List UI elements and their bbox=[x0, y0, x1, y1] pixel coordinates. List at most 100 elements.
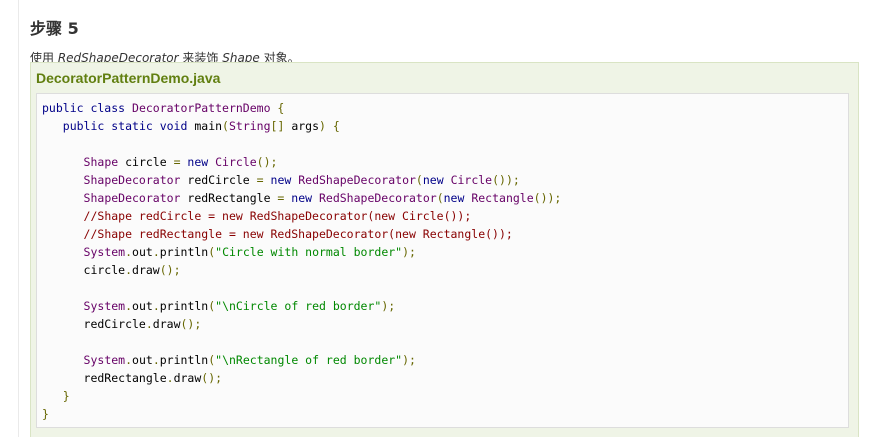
code-token: ) { bbox=[319, 119, 340, 133]
code-token: public static void bbox=[62, 119, 195, 133]
code-line: //Shape redCircle = new RedShapeDecorato… bbox=[42, 207, 561, 225]
code-token: main bbox=[194, 119, 223, 133]
code-token: new bbox=[270, 173, 299, 187]
code-token: "\nRectangle of red border" bbox=[215, 353, 403, 367]
code-token: new bbox=[422, 173, 451, 187]
code-token: ); bbox=[402, 245, 416, 259]
code-token: redCircle bbox=[42, 317, 146, 331]
code-token: println bbox=[159, 353, 209, 367]
code-token: ); bbox=[402, 353, 416, 367]
code-token: . bbox=[125, 263, 133, 277]
code-token: redRectangle bbox=[42, 371, 167, 385]
code-token: System bbox=[83, 353, 126, 367]
code-token: (); bbox=[201, 371, 223, 385]
code-line: redRectangle.draw(); bbox=[42, 369, 561, 387]
code-lines: public class DecoratorPatternDemo { publ… bbox=[42, 99, 561, 423]
code-token: (); bbox=[180, 317, 202, 331]
code-token: out bbox=[132, 353, 153, 367]
code-token: . bbox=[125, 353, 133, 367]
code-token: redRectangle bbox=[180, 191, 278, 205]
code-token: Circle bbox=[215, 155, 257, 169]
code-token: = bbox=[277, 191, 292, 205]
code-token: draw bbox=[152, 317, 181, 331]
code-line: public static void main(String[] args) { bbox=[42, 117, 561, 135]
code-line: System.out.println("\nRectangle of red b… bbox=[42, 351, 561, 369]
code-example-box: DecoratorPatternDemo.java public class D… bbox=[30, 62, 859, 437]
code-token: { bbox=[270, 101, 285, 115]
code-token: RedShapeDecorator bbox=[298, 173, 416, 187]
code-token: = bbox=[256, 173, 271, 187]
code-token: args bbox=[291, 119, 320, 133]
code-line: } bbox=[42, 387, 561, 405]
code-panel[interactable]: public class DecoratorPatternDemo { publ… bbox=[36, 93, 849, 428]
code-token: ()); bbox=[492, 173, 520, 187]
code-token: . bbox=[166, 371, 174, 385]
code-token: } bbox=[42, 407, 49, 421]
code-token: redCircle bbox=[180, 173, 257, 187]
code-token: = bbox=[173, 155, 188, 169]
code-token: ); bbox=[381, 299, 396, 313]
code-token: println bbox=[159, 299, 209, 313]
code-file-title: DecoratorPatternDemo.java bbox=[36, 70, 221, 86]
code-token: out bbox=[132, 245, 153, 259]
code-token: ()); bbox=[533, 191, 562, 205]
code-token: . bbox=[152, 353, 160, 367]
code-token: RedShapeDecorator bbox=[318, 191, 437, 205]
code-token: ( bbox=[415, 173, 423, 187]
code-token: //Shape redCircle = new RedShapeDecorato… bbox=[83, 209, 472, 223]
code-line: } bbox=[42, 405, 561, 423]
code-line: System.out.println("Circle with normal b… bbox=[42, 243, 561, 261]
code-line: circle.draw(); bbox=[42, 261, 561, 279]
code-token: ( bbox=[222, 119, 229, 133]
code-token: } bbox=[62, 389, 70, 403]
code-token: circle bbox=[118, 155, 174, 169]
code-token: (); bbox=[159, 263, 181, 277]
code-token: "\nCircle of red border" bbox=[215, 299, 382, 313]
code-token: ShapeDecorator bbox=[83, 191, 181, 205]
code-token: ShapeDecorator bbox=[83, 173, 181, 187]
left-divider bbox=[18, 0, 19, 437]
code-token: new bbox=[187, 155, 216, 169]
code-token: System bbox=[83, 299, 126, 313]
code-token: . bbox=[145, 317, 153, 331]
step-heading: 步骤 5 bbox=[30, 19, 79, 39]
code-token: DecoratorPatternDemo bbox=[132, 101, 271, 115]
code-token: . bbox=[125, 245, 133, 259]
code-token: draw bbox=[173, 371, 202, 385]
code-line: public class DecoratorPatternDemo { bbox=[42, 99, 561, 117]
code-token: . bbox=[152, 299, 160, 313]
code-token: [] bbox=[270, 119, 292, 133]
code-line: redCircle.draw(); bbox=[42, 315, 561, 333]
code-line: Shape circle = new Circle(); bbox=[42, 153, 561, 171]
code-token: ( bbox=[436, 191, 444, 205]
code-token: public class bbox=[42, 101, 133, 115]
code-line: ShapeDecorator redCircle = new RedShapeD… bbox=[42, 171, 561, 189]
code-token: draw bbox=[132, 263, 160, 277]
code-token: println bbox=[159, 245, 209, 259]
code-token: (); bbox=[256, 155, 278, 169]
code-line: ShapeDecorator redRectangle = new RedSha… bbox=[42, 189, 562, 207]
code-token: "Circle with normal border" bbox=[215, 245, 403, 259]
code-token: out bbox=[132, 299, 153, 313]
code-token: //Shape redRectangle = new RedShapeDecor… bbox=[83, 227, 513, 241]
code-token: String bbox=[228, 119, 271, 133]
code-token: Shape bbox=[83, 155, 119, 169]
code-token: Rectangle bbox=[471, 191, 534, 205]
code-token: System bbox=[83, 245, 126, 259]
code-token: Circle bbox=[450, 173, 493, 187]
code-token: . bbox=[125, 299, 133, 313]
code-line: //Shape redRectangle = new RedShapeDecor… bbox=[42, 225, 561, 243]
